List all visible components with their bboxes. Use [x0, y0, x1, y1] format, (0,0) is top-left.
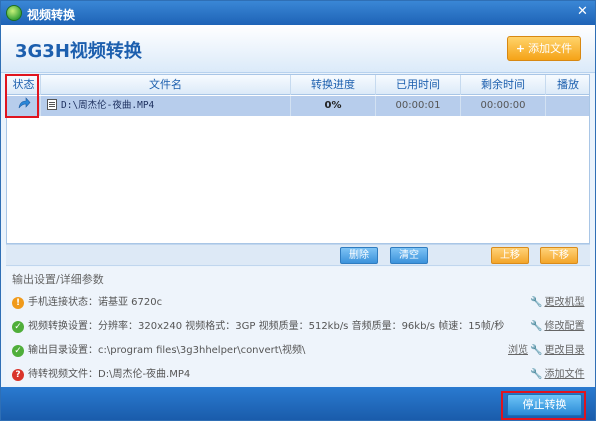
video-file-icon	[47, 99, 57, 110]
setting-text-output: 输出目录设置：c:\program files\3g3hhelper\conve…	[28, 345, 306, 356]
setting-text-pending: 待转视频文件：D:\周杰伦-夜曲.MP4	[28, 369, 191, 380]
wrench-icon: 🔧	[530, 345, 543, 356]
clear-button[interactable]: 清空	[390, 247, 428, 264]
modify-config-label: 修改配置	[544, 321, 585, 332]
move-up-button[interactable]: 上移	[491, 247, 529, 264]
wrench-icon: 🔧	[530, 369, 543, 380]
add-file-link-label: 添加文件	[544, 369, 585, 380]
table-header: 状态 文件名 转换进度 已用时间 剩余时间 播放	[7, 75, 589, 95]
check-icon: ✓	[12, 345, 24, 357]
title-bar: 视频转换 ✕	[1, 1, 595, 25]
column-header-progress[interactable]: 转换进度	[291, 75, 376, 95]
move-down-button[interactable]: 下移	[540, 247, 578, 264]
column-header-play[interactable]: 播放	[546, 75, 590, 95]
check-icon: ✓	[12, 321, 24, 333]
setting-row-phone: ! 手机连接状态：诺基亚 6720c 🔧 更改机型	[12, 294, 584, 312]
setting-text-video: 视频转换设置：分辨率：320x240 视频格式：3GP 视频质量：512kb/s…	[28, 321, 505, 332]
app-title: 3G3H视频转换	[15, 41, 142, 62]
filename-text: D:\周杰伦-夜曲.MP4	[61, 100, 155, 111]
change-dir-link[interactable]: 🔧 更改目录	[530, 342, 584, 360]
change-dir-label: 更改目录	[544, 345, 585, 356]
plus-icon: +	[515, 42, 526, 55]
wrench-icon: 🔧	[530, 297, 543, 308]
app-window: 视频转换 ✕ 3G3H视频转换 + 添加文件 状态 文件名 转换进度 已用时间 剩…	[0, 0, 596, 421]
table-row[interactable]: D:\周杰伦-夜曲.MP4 0% 00:00:01 00:00:00	[7, 96, 589, 116]
file-table: 状态 文件名 转换进度 已用时间 剩余时间 播放 D:\周杰伦-夜曲.MP4 0…	[6, 74, 590, 244]
wrench-icon: 🔧	[530, 321, 543, 332]
settings-title: 输出设置/详细参数	[12, 273, 104, 286]
setting-row-pending: ? 待转视频文件：D:\周杰伦-夜曲.MP4 🔧 添加文件	[12, 366, 584, 384]
stop-button-highlight	[501, 391, 586, 420]
setting-row-output: ✓ 输出目录设置：c:\program files\3g3hhelper\con…	[12, 342, 584, 360]
app-logo-icon	[6, 5, 22, 21]
setting-row-video: ✓ 视频转换设置：分辨率：320x240 视频格式：3GP 视频质量：512kb…	[12, 318, 584, 336]
question-icon: ?	[12, 369, 24, 381]
add-file-button[interactable]: + 添加文件	[507, 36, 581, 61]
add-file-link[interactable]: 🔧 添加文件	[530, 366, 584, 384]
add-file-label: 添加文件	[528, 42, 573, 55]
status-column-highlight	[5, 74, 39, 118]
column-header-elapsed[interactable]: 已用时间	[376, 75, 461, 95]
setting-text-phone: 手机连接状态：诺基亚 6720c	[28, 297, 163, 308]
remaining-cell: 00:00:00	[461, 96, 546, 116]
play-cell[interactable]	[546, 96, 590, 116]
action-strip: 删除 清空 上移 下移	[6, 244, 590, 266]
settings-panel: 输出设置/详细参数 ! 手机连接状态：诺基亚 6720c 🔧 更改机型 ✓ 视频转…	[6, 267, 590, 385]
close-button[interactable]: ✕	[574, 4, 591, 20]
window-title: 视频转换	[27, 8, 76, 22]
modify-config-link[interactable]: 🔧 修改配置	[530, 318, 584, 336]
change-model-link[interactable]: 🔧 更改机型	[530, 294, 584, 312]
progress-cell: 0%	[291, 96, 376, 116]
column-header-remaining[interactable]: 剩余时间	[461, 75, 546, 95]
warning-icon: !	[12, 297, 24, 309]
change-model-label: 更改机型	[544, 297, 585, 308]
elapsed-cell: 00:00:01	[376, 96, 461, 116]
browse-link[interactable]: 浏览	[508, 342, 528, 360]
delete-button[interactable]: 删除	[340, 247, 378, 264]
header: 3G3H视频转换 + 添加文件	[1, 25, 595, 73]
filename-cell: D:\周杰伦-夜曲.MP4	[41, 96, 291, 116]
column-header-filename[interactable]: 文件名	[41, 75, 291, 95]
